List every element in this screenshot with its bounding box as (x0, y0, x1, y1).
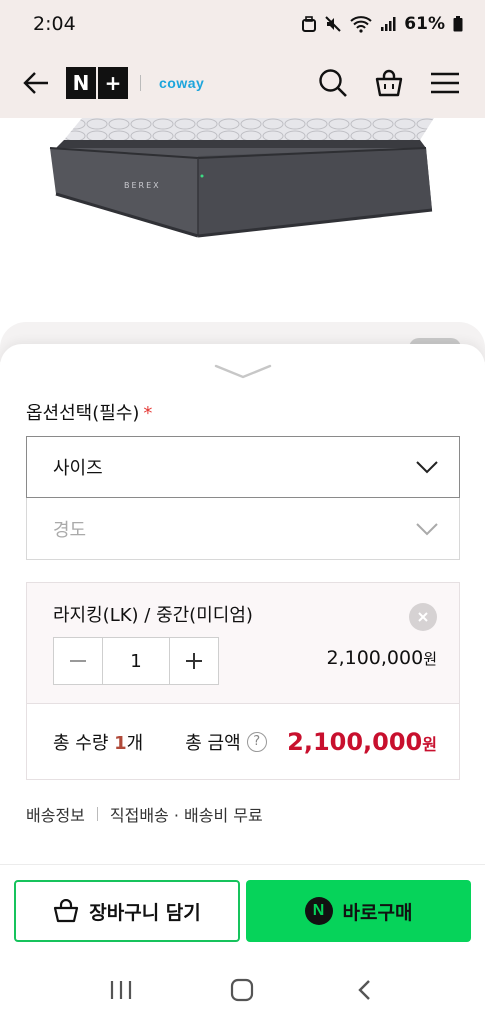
item-price-value: 2,100,000 (326, 647, 424, 669)
mattress-brand-text: BEREX (124, 181, 161, 190)
total-quantity-label: 총 수량 (53, 732, 109, 754)
product-image: BEREX (0, 118, 485, 328)
battery-icon (453, 16, 463, 32)
logo-n: N (66, 67, 96, 99)
menu-icon (431, 72, 459, 94)
plus-icon (186, 653, 202, 669)
home-button[interactable] (222, 970, 262, 1010)
shipping-detail: 직접배송 · 배송비 무료 (109, 806, 263, 825)
status-bar: 2:04 61% (0, 0, 485, 48)
chevron-down-icon (416, 522, 438, 535)
order-total: 총 수량 1개 총 금액 ? 2,100,000원 (26, 704, 460, 780)
search-button[interactable] (317, 67, 349, 99)
firmness-select-label: 경도 (53, 519, 87, 541)
quantity-value[interactable]: 1 (102, 638, 170, 684)
brand-divider (140, 75, 141, 91)
system-navigation-bar (0, 956, 485, 1024)
buy-now-label: 바로구매 (342, 901, 413, 924)
recent-apps-button[interactable] (101, 970, 141, 1010)
purchase-action-bar: 장바구니 담기 N 바로구매 (0, 864, 485, 956)
selected-option-name: 라지킹(LK) / 중간(미디엄) (53, 605, 253, 626)
mute-icon (325, 16, 342, 32)
add-to-cart-button[interactable]: 장바구니 담기 (14, 880, 240, 942)
basket-icon (375, 69, 403, 97)
total-quantity-value: 1 (114, 732, 127, 754)
lock-notification-icon (302, 16, 317, 32)
buy-now-button[interactable]: N 바로구매 (246, 880, 471, 942)
mattress-image: BEREX (49, 118, 434, 238)
total-quantity-unit: 개 (126, 732, 144, 754)
menu-button[interactable] (429, 67, 461, 99)
cart-button[interactable] (373, 67, 405, 99)
quantity-stepper: 1 (53, 637, 219, 685)
required-mark: * (143, 403, 153, 424)
total-amount-value: 2,100,000 (287, 727, 423, 756)
item-price-unit: 원 (423, 650, 437, 668)
size-select[interactable]: 사이즈 (26, 436, 460, 498)
shipping-divider (96, 807, 98, 821)
shipping-label: 배송정보 (26, 806, 85, 825)
system-back-button[interactable] (344, 970, 384, 1010)
home-icon (231, 978, 254, 1002)
status-icons: 61% (302, 14, 463, 34)
back-button[interactable] (22, 69, 50, 97)
status-time: 2:04 (33, 13, 76, 35)
add-to-cart-label: 장바구니 담기 (89, 901, 201, 924)
firmness-select[interactable]: 경도 (26, 498, 460, 560)
wifi-icon (350, 16, 372, 33)
naver-plus-logo[interactable]: N + (66, 67, 128, 99)
decrease-quantity-button[interactable] (54, 638, 102, 684)
remove-option-button[interactable] (409, 603, 437, 631)
chevron-down-icon (416, 461, 438, 474)
item-price: 2,100,000원 (326, 647, 437, 669)
total-quantity: 총 수량 1개 (53, 729, 143, 755)
collapse-handle[interactable] (214, 362, 272, 380)
recent-apps-icon (110, 981, 131, 999)
selected-option-item: 라지킹(LK) / 중간(미디엄) 1 2,100,000원 (26, 582, 460, 704)
option-bottom-sheet: 옵션선택(필수) * 사이즈 경도 라지킹(LK) / 중간(미디엄) 1 2,1… (0, 344, 485, 864)
chevron-left-icon (358, 980, 370, 1000)
signal-icon (381, 17, 396, 31)
logo-plus: + (98, 67, 128, 99)
minus-icon (70, 660, 86, 662)
chevron-down-icon (214, 364, 272, 379)
option-section-title: 옵션선택(필수) * (26, 399, 152, 425)
back-arrow-icon (23, 72, 48, 94)
increase-quantity-button[interactable] (170, 638, 218, 684)
total-amount: 2,100,000원 (287, 728, 437, 756)
battery-percent: 61% (404, 14, 445, 34)
basket-icon (54, 899, 79, 923)
partner-brand[interactable]: coway (159, 75, 204, 91)
total-amount-unit: 원 (422, 734, 437, 754)
total-amount-label: 총 금액 (185, 732, 241, 754)
shipping-info: 배송정보 직접배송 · 배송비 무료 (26, 802, 263, 826)
close-icon (418, 612, 428, 622)
help-icon[interactable]: ? (246, 731, 267, 752)
size-select-label: 사이즈 (53, 458, 103, 479)
app-header: N + coway (0, 48, 485, 118)
naver-pay-icon: N (304, 897, 333, 925)
search-icon (319, 69, 347, 97)
option-title-text: 옵션선택(필수) (26, 403, 140, 424)
